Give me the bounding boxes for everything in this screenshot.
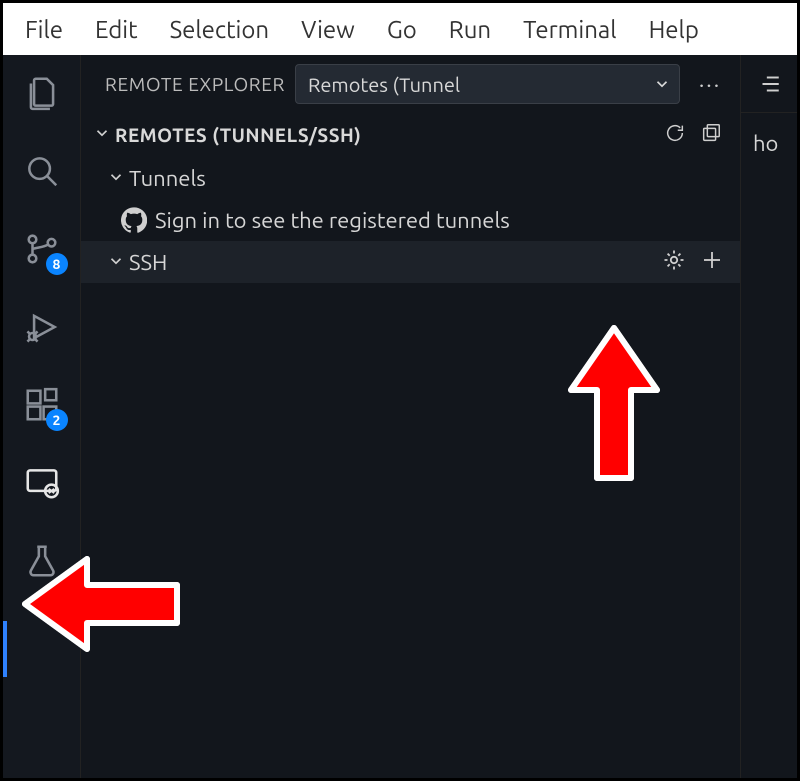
dropdown-value: Remotes (Tunnel (308, 73, 460, 96)
files-icon (23, 74, 61, 112)
beaker-icon (23, 542, 61, 580)
gear-icon (662, 248, 686, 272)
active-indicator (3, 621, 7, 677)
activity-testing[interactable] (18, 537, 66, 585)
chevron-down-icon (103, 167, 129, 190)
scm-badge: 8 (46, 253, 68, 275)
chevron-down-icon (89, 124, 115, 146)
activity-bar: 8 2 (3, 55, 81, 778)
menu-selection[interactable]: Selection (156, 10, 284, 49)
section-remotes[interactable]: REMOTES (TUNNELS/SSH) (81, 113, 740, 157)
menu-run[interactable]: Run (435, 10, 505, 49)
tree-item-tunnels[interactable]: Tunnels (81, 157, 740, 199)
menu-file[interactable]: File (11, 10, 77, 49)
sidebar-header: REMOTE EXPLORER Remotes (Tunnel ··· (81, 55, 740, 113)
tree-label: Sign in to see the registered tunnels (155, 208, 724, 233)
activity-run-debug[interactable] (18, 303, 66, 351)
search-icon (23, 152, 61, 190)
menu-edit[interactable]: Edit (81, 10, 152, 49)
remote-type-dropdown[interactable]: Remotes (Tunnel (295, 64, 680, 104)
sidebar-more-button[interactable]: ··· (690, 72, 730, 97)
list-icon (756, 71, 782, 97)
remote-explorer-panel: REMOTE EXPLORER Remotes (Tunnel ··· REMO… (81, 55, 741, 778)
tree-item-ssh[interactable]: SSH (81, 241, 740, 283)
plus-icon (700, 248, 724, 272)
refresh-icon (664, 122, 686, 144)
new-window-icon (700, 122, 722, 144)
editor-tab-actions[interactable] (741, 55, 797, 113)
remote-explorer-icon (23, 464, 61, 502)
ssh-new-remote-button[interactable] (700, 248, 724, 277)
menu-terminal[interactable]: Terminal (509, 10, 630, 49)
chevron-down-icon (653, 75, 671, 93)
extensions-badge: 2 (46, 409, 68, 431)
editor-area: ho (741, 55, 797, 778)
sidebar-title: REMOTE EXPLORER (105, 73, 285, 95)
run-debug-icon (23, 308, 61, 346)
refresh-button[interactable] (664, 122, 686, 148)
activity-remote-explorer[interactable] (18, 459, 66, 507)
tree-label: Tunnels (129, 166, 724, 191)
breadcrumb[interactable]: ho (741, 113, 797, 156)
ssh-config-button[interactable] (662, 248, 686, 277)
activity-extensions[interactable]: 2 (18, 381, 66, 429)
activity-explorer[interactable] (18, 69, 66, 117)
menu-bar: File Edit Selection View Go Run Terminal… (3, 3, 797, 55)
chevron-down-icon (103, 251, 129, 274)
menu-view[interactable]: View (287, 10, 369, 49)
menu-go[interactable]: Go (373, 10, 431, 49)
tree-item-signin[interactable]: Sign in to see the registered tunnels (81, 199, 740, 241)
section-label: REMOTES (TUNNELS/SSH) (115, 124, 664, 146)
activity-source-control[interactable]: 8 (18, 225, 66, 273)
tree-label: SSH (129, 250, 662, 275)
menu-help[interactable]: Help (635, 10, 713, 49)
github-icon (121, 207, 147, 233)
activity-search[interactable] (18, 147, 66, 195)
new-window-button[interactable] (700, 122, 722, 148)
